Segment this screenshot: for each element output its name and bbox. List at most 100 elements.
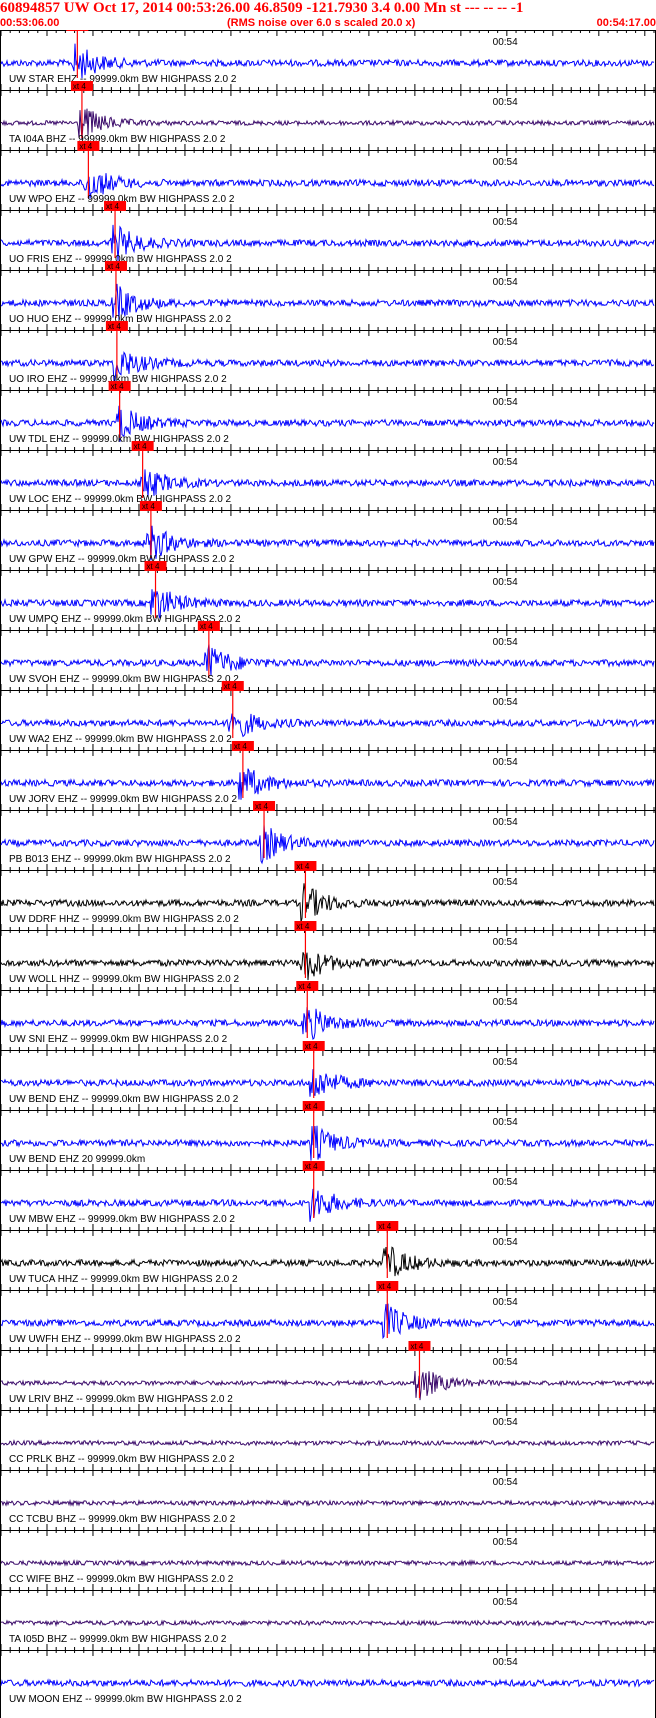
trace-row: 00:54 xt 4 UW TDL EHZ -- 99999.0km BW HIGH… [0, 381, 656, 445]
trace-row: 00:54xt 4UO HUO EHZ -- 99999.0km BW HIGH… [0, 261, 656, 325]
trace-row: 00:54 xt 4 UW JORV EHZ -- 99999.0km BW HIG… [0, 741, 656, 805]
tick-label: 00:54 [493, 817, 518, 828]
pick-label: xt 4 [378, 1222, 391, 1231]
station-label: TA I04A BHZ -- 99999.0km BW HIGHPASS 2.0… [9, 134, 226, 145]
tick-label: 00:54 [493, 37, 518, 48]
tick-label: 00:54 [493, 1477, 518, 1488]
trace-row: 00:54 xt 4 UW SNI EHZ -- 99999.0km BW HIGH… [0, 981, 656, 1045]
pick-label: xt 4 [298, 982, 311, 991]
trace-row: 00:54 xt 4 UW WA2 EHZ -- 99999.0km BW HIGH… [0, 681, 656, 745]
station-label: UW JORV EHZ -- 99999.0km BW HIGHPASS 2.0… [9, 794, 237, 805]
pick-label: xt 4 [296, 922, 309, 931]
tick-label: 00:54 [493, 457, 518, 468]
station-label: PB B013 EHZ -- 99999.0km BW HIGHPASS 2.0… [9, 854, 231, 865]
waveform [0, 1558, 655, 1567]
station-label: CC WIFE BHZ -- 99999.0km BW HIGHPASS 2.0… [9, 1574, 234, 1585]
waveform [0, 1246, 655, 1277]
pick-label: xt 4 [108, 322, 121, 331]
trace-row: 00:54 xt 4 UW BEND EHZ 20 99999.0km [0, 1101, 656, 1165]
pick-label: xt 4 [255, 802, 268, 811]
trace-row: 00:54 xt 4 UW BEND EHZ -- 99999.0km BW HIG… [0, 1041, 656, 1105]
tick-label: 00:54 [493, 1117, 518, 1128]
station-label: UW MOON EHZ -- 99999.0km BW HIGHPASS 2.0… [9, 1694, 242, 1705]
tick-label: 00:54 [493, 757, 518, 768]
station-label: UW DDRF HHZ -- 99999.0km BW HIGHPASS 2.0… [9, 914, 239, 925]
trace-row: 00:54 xt 4 UW SVOH EHZ -- 99999.0km BW HIG… [0, 621, 656, 685]
tick-label: 00:54 [493, 1657, 518, 1668]
station-label: CC TCBU BHZ -- 99999.0km BW HIGHPASS 2.0… [9, 1514, 236, 1525]
trace-row: 00:54xt 4UW UMPQ EHZ -- 99999.0km BW HIG… [0, 561, 656, 625]
tick-label: 00:54 [493, 877, 518, 888]
pick-label: xt 4 [200, 622, 213, 631]
waveform [0, 469, 655, 497]
tick-label: 00:54 [493, 397, 518, 408]
station-label: CC PRLK BHZ -- 99999.0km BW HIGHPASS 2.0… [9, 1454, 235, 1465]
pick-label: xt 4 [410, 1342, 423, 1351]
tick-label: 00:54 [493, 157, 518, 168]
station-label: UW SNI EHZ -- 99999.0km BW HIGHPASS 2.0 … [9, 1034, 228, 1045]
trace-row: 00:54 xt 4 UW LOC EHZ -- 99999.0km BW HIGH… [0, 441, 656, 505]
pick-label: xt 4 [134, 442, 147, 451]
trace-row: 00:54 xt 4 UW TUCA HHZ -- 99999.0km BW HIG… [0, 1221, 656, 1285]
waveform [0, 1303, 655, 1340]
tick-label: 00:54 [493, 1597, 518, 1608]
pick-label: xt 4 [305, 1162, 318, 1171]
station-label: UW BEND EHZ 20 99999.0km [9, 1154, 145, 1165]
event-title: 60894857 UW Oct 17, 2014 00:53:26.00 46.… [0, 0, 524, 16]
trace-row: 00:54xt 4UO FRIS EHZ -- 99999.0km BW HIG… [0, 201, 656, 265]
station-label: UW LOC EHZ -- 99999.0km BW HIGHPASS 2.0 … [9, 494, 232, 505]
trace-row: 00:54xt 4UW WPO EHZ -- 99999.0km BW HIGH… [0, 141, 656, 205]
trace-row: 00:54 xt 4 UW UWFH EHZ -- 99999.0km BW HIG… [0, 1281, 656, 1345]
waveform [0, 1678, 655, 1689]
pick-label: xt 4 [73, 82, 86, 91]
tick-label: 00:54 [493, 337, 518, 348]
waveform [0, 43, 655, 79]
station-label: UW GPW EHZ -- 99999.0km BW HIGHPASS 2.0 … [9, 554, 235, 565]
waveform [1, 1499, 655, 1507]
time-header: 00:53:06.00 (RMS noise over 6.0 s scaled… [0, 17, 656, 30]
tick-label: 00:54 [493, 517, 518, 528]
pick-label: xt 4 [68, 30, 81, 31]
tick-label: 00:54 [493, 277, 518, 288]
seismogram-plot: 00:54xt 4UW STAR EHZ -- 99999.0km BW HIG… [0, 30, 656, 1718]
pick-label: xt 4 [107, 262, 120, 271]
trace-row: 00:54 xt 4 PB B013 EHZ -- 99999.0km BW HIG… [0, 801, 656, 865]
start-time: 00:53:06.00 [0, 17, 60, 29]
trace-row: 00:54 CC TCBU BHZ -- 99999.0km BW HIGHPAS… [0, 1464, 656, 1525]
trace-row: 00:54 xt 4 UW GPW EHZ -- 99999.0km BW HIGH… [0, 501, 656, 565]
tick-label: 00:54 [493, 1177, 518, 1188]
station-label: UW WA2 EHZ -- 99999.0km BW HIGHPASS 2.0 … [9, 734, 232, 745]
tick-label: 00:54 [493, 697, 518, 708]
tick-label: 00:54 [493, 577, 518, 588]
trace-row: 00:54 xt 4 UW LRIV BHZ -- 99999.0km BW HIG… [0, 1341, 656, 1405]
tick-label: 00:54 [493, 1417, 518, 1428]
trace-row: 00:54 UW MOON EHZ -- 99999.0km BW HIGHPAS… [0, 1644, 656, 1705]
pick-label: xt 4 [106, 202, 119, 211]
station-label: UW WOLL HHZ -- 99999.0km BW HIGHPASS 2.0… [9, 974, 239, 985]
waveform [0, 1069, 655, 1097]
pick-label: xt 4 [79, 142, 92, 151]
pick-label: xt 4 [234, 742, 247, 751]
station-label: UW BEND EHZ -- 99999.0km BW HIGHPASS 2.0… [9, 1094, 239, 1105]
pick-label: xt 4 [378, 1282, 391, 1291]
pick-label: xt 4 [111, 382, 124, 391]
trace-row: 00:54 CC PRLK BHZ -- 99999.0km BW HIGHPAS… [0, 1404, 656, 1465]
tick-label: 00:54 [493, 1057, 518, 1068]
tick-label: 00:54 [493, 97, 518, 108]
tick-label: 00:54 [493, 1357, 518, 1368]
tick-label: 00:54 [493, 1297, 518, 1308]
pick-label: xt 4 [296, 862, 309, 871]
end-time: 00:54:17.00 [596, 17, 656, 29]
trace-row: 00:54 TA I05D BHZ -- 99999.0km BW HIGHPAS… [0, 1584, 656, 1645]
tick-label: 00:54 [493, 637, 518, 648]
station-label: TA I05D BHZ -- 99999.0km BW HIGHPASS 2.0… [9, 1634, 227, 1645]
trace-row: 00:54 xt 4 UW WOLL HHZ -- 99999.0km BW HIG… [0, 921, 656, 985]
rms-note: (RMS noise over 6.0 s scaled 20.0 x) [227, 17, 416, 29]
station-label: UW MBW EHZ -- 99999.0km BW HIGHPASS 2.0 … [9, 1214, 235, 1225]
trace-row: 00:54 CC WIFE BHZ -- 99999.0km BW HIGHPAS… [0, 1524, 656, 1585]
station-label: UW STAR EHZ -- 99999.0km BW HIGHPASS 2.0… [9, 74, 237, 85]
pick-label: xt 4 [142, 502, 155, 511]
pick-label: xt 4 [305, 1102, 318, 1111]
waveform [0, 1619, 655, 1628]
tick-label: 00:54 [493, 937, 518, 948]
